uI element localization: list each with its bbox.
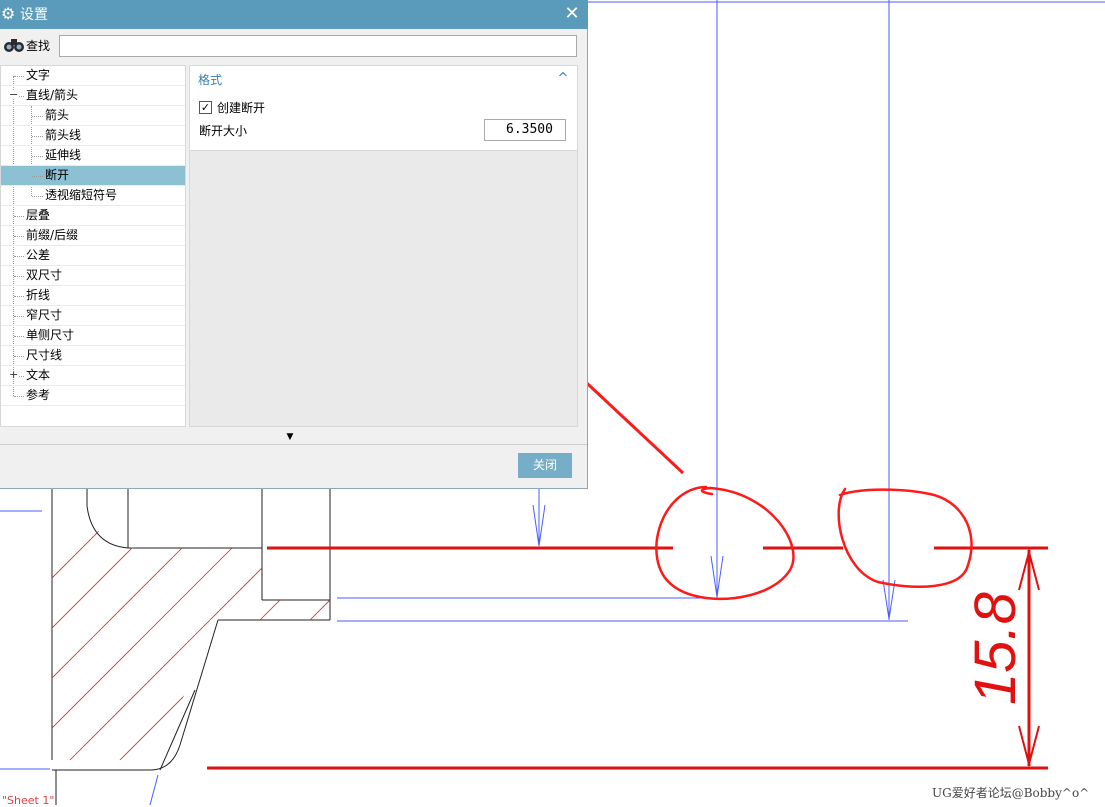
collapse-icon[interactable]: ^ — [556, 72, 570, 86]
tree-item-label: 延伸线 — [45, 148, 82, 162]
expand-icon[interactable]: + — [9, 369, 18, 380]
tree-item-label: 箭头 — [45, 108, 70, 122]
tree-item-label: 单侧尺寸 — [26, 328, 75, 342]
tree-item[interactable]: 箭头 — [1, 106, 185, 126]
tree-connector — [14, 296, 24, 297]
create-break-label: 创建断开 — [217, 101, 266, 115]
binoculars-icon — [4, 39, 24, 52]
find-input[interactable] — [59, 35, 577, 57]
gear-icon: ⚙ — [1, 4, 16, 23]
settings-panel: 格式 ^ ✓ 创建断开 断开大小 6.3500 — [189, 65, 578, 427]
tree-item-label: 层叠 — [26, 208, 51, 222]
tree-connector — [14, 356, 24, 357]
create-break-checkbox[interactable]: ✓ — [199, 101, 212, 114]
collapse-icon[interactable]: − — [9, 89, 18, 100]
tree-item[interactable]: − 直线/箭头 — [1, 86, 185, 106]
tree-connector — [32, 176, 43, 177]
break-size-label: 断开大小 — [199, 124, 248, 138]
tree-item-label: 文本 — [26, 368, 51, 382]
tree-item-label: 箭头线 — [45, 128, 82, 142]
tree-connector — [32, 116, 43, 117]
tree-item[interactable]: 文字 — [1, 66, 185, 86]
tree-connector — [32, 136, 43, 137]
tree-item[interactable]: 断开 — [1, 166, 185, 186]
expand-more-icon[interactable]: ▼ — [285, 433, 295, 442]
tree-item[interactable]: 参考 — [1, 386, 185, 406]
tree-item-label: 尺寸线 — [26, 348, 63, 362]
tree-connector — [14, 276, 24, 277]
tree-item-label: 断开 — [45, 168, 70, 182]
dialog-title: 设置 — [20, 7, 48, 23]
tree-item-label: 透视缩短符号 — [45, 188, 118, 202]
tree-item[interactable]: 透视缩短符号 — [1, 186, 185, 206]
tree-connector — [14, 336, 24, 337]
tree-item[interactable]: + 文本 — [1, 366, 185, 386]
tree-item-label: 文字 — [26, 68, 51, 82]
settings-dialog: ⚙ 设置 ✕ 查找 文字 − 直线/箭头 箭头 箭头线 延伸线 断开 透视缩短符号 层叠 前缀/后… — [0, 0, 588, 489]
tree-item-label: 双尺寸 — [26, 268, 63, 282]
tree-item[interactable]: 双尺寸 — [1, 266, 185, 286]
tree-item-label: 窄尺寸 — [26, 308, 63, 322]
tree-item[interactable]: 延伸线 — [1, 146, 185, 166]
tree-item[interactable]: 单侧尺寸 — [1, 326, 185, 346]
close-icon[interactable]: ✕ — [562, 3, 582, 25]
sheet-label: "Sheet 1" — [2, 794, 55, 807]
tree-item[interactable]: 前缀/后缀 — [1, 226, 185, 246]
tree-item[interactable]: 尺寸线 — [1, 346, 185, 366]
dimension-value[interactable]: 15.8 — [963, 592, 1028, 705]
section-hatching — [52, 490, 330, 760]
find-row: 查找 — [0, 33, 588, 59]
settings-tree: 文字 − 直线/箭头 箭头 箭头线 延伸线 断开 透视缩短符号 层叠 前缀/后缀 公差 双尺寸 折线 窄尺… — [0, 65, 186, 427]
tree-connector — [14, 236, 24, 237]
break-size-input[interactable]: 6.3500 — [484, 119, 566, 141]
tree-connector — [14, 256, 24, 257]
tree-connector — [14, 216, 24, 217]
tree-item-label: 公差 — [26, 248, 51, 262]
tree-item-label: 参考 — [26, 388, 51, 402]
tree-item[interactable]: 公差 — [1, 246, 185, 266]
tree-connector — [32, 156, 43, 157]
dimension-lines — [207, 546, 1048, 770]
find-label: 查找 — [26, 39, 51, 53]
tree-connector — [14, 396, 24, 397]
leader-arrows — [532, 504, 896, 620]
close-button[interactable]: 关闭 — [518, 453, 572, 478]
tree-item[interactable]: 窄尺寸 — [1, 306, 185, 326]
tree-item-label: 直线/箭头 — [26, 88, 79, 102]
tree-item[interactable]: 箭头线 — [1, 126, 185, 146]
tree-item[interactable]: 层叠 — [1, 206, 185, 226]
tree-item-label: 前缀/后缀 — [26, 228, 79, 242]
dialog-separator — [0, 444, 587, 445]
dialog-titlebar[interactable]: ⚙ 设置 ✕ — [0, 0, 588, 29]
tree-item-label: 折线 — [26, 288, 51, 302]
tree-connector — [14, 76, 24, 77]
tree-item[interactable]: 折线 — [1, 286, 185, 306]
group-title: 格式 — [198, 73, 223, 87]
tree-connector — [14, 316, 24, 317]
tree-connector — [32, 196, 43, 197]
format-group: 格式 ^ ✓ 创建断开 断开大小 6.3500 — [190, 66, 577, 151]
watermark: UG爱好者论坛@Bobby^o^ — [932, 786, 1090, 800]
